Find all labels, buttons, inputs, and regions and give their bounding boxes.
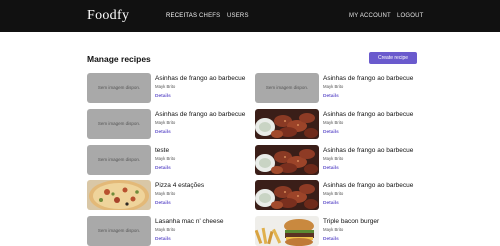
placeholder-text: Sem imagem dispon. [97,157,141,162]
recipe-author: Mayk Brito [155,227,176,232]
nav-recipes[interactable]: RECEITAS [166,13,197,19]
recipe-author: Mayk Brito [323,227,344,232]
brand-logo[interactable]: Foodfy [87,8,129,24]
recipe-card: Asinhas de frango ao barbecue Mayk Brito D… [255,145,415,175]
placeholder-text: Sem imagem dispon. [265,85,309,90]
recipe-card: Sem imagem dispon. Asinhas de frango ao b… [255,73,415,103]
recipe-author: Mayk Brito [155,156,176,161]
create-recipe-button[interactable]: Create recipe [369,52,417,64]
recipe-card: Sem imagem dispon. Asinhas de frango ao b… [87,73,247,103]
recipe-image-placeholder: Sem imagem dispon. [87,73,151,103]
recipe-image-placeholder: Sem imagem dispon. [87,145,151,175]
recipe-details-link[interactable]: Details [155,94,171,99]
recipe-details-link[interactable]: Details [323,166,339,171]
nav-my-account[interactable]: MY ACCOUNT [349,13,391,19]
recipe-title: Triple bacon burger [323,218,380,225]
recipe-image-placeholder: Sem imagem dispon. [87,109,151,139]
recipe-card: Sem imagem dispon. teste Mayk Brito Details [87,145,247,175]
top-navigation-bar: Foodfy RECEITAS CHEFS USERS MY ACCOUNT L… [0,0,500,32]
recipe-image [255,145,319,175]
recipe-image-placeholder: Sem imagem dispon. [87,216,151,246]
recipe-title: teste [155,147,170,154]
recipe-author: Mayk Brito [155,120,176,125]
recipe-image [87,180,151,210]
placeholder-text: Sem imagem dispon. [97,121,141,126]
recipe-author: Mayk Brito [323,84,344,89]
recipe-author: Mayk Brito [323,120,344,125]
recipe-title: Lasanha mac n' cheese [155,218,224,225]
recipe-author: Mayk Brito [323,156,344,161]
recipe-card: Sem imagem dispon. Asinhas de frango ao b… [87,109,247,139]
recipe-details-link[interactable]: Details [155,130,171,135]
nav-chefs[interactable]: CHEFS [199,13,220,19]
nav-logout[interactable]: LOGOUT [397,13,424,19]
recipe-card: Asinhas de frango ao barbecue Mayk Brito D… [255,109,415,139]
recipe-details-link[interactable]: Details [155,237,171,242]
recipe-author: Mayk Brito [155,84,176,89]
recipe-card: Pizza 4 estações Mayk Brito Details [87,180,247,210]
recipe-title: Asinhas de frango ao barbecue [155,111,246,118]
recipe-details-link[interactable]: Details [155,166,171,171]
recipe-card: Sem imagem dispon. Lasanha mac n' cheese M… [87,216,247,246]
recipe-details-link[interactable]: Details [323,237,339,242]
recipe-title: Asinhas de frango ao barbecue [323,147,414,154]
recipe-card: Asinhas de frango ao barbecue Mayk Brito D… [255,180,415,210]
recipe-title: Asinhas de frango ao barbecue [323,111,414,118]
placeholder-text: Sem imagem dispon. [97,228,141,233]
recipe-details-link[interactable]: Details [323,94,339,99]
recipe-image-placeholder: Sem imagem dispon. [255,73,319,103]
recipe-details-link[interactable]: Details [323,130,339,135]
nav-users[interactable]: USERS [227,13,249,19]
recipe-title: Asinhas de frango ao barbecue [323,182,414,189]
recipe-author: Mayk Brito [155,191,176,196]
recipe-image [255,216,319,246]
recipe-title: Pizza 4 estações [155,182,205,189]
recipe-card: Triple bacon burger Mayk Brito Details [255,216,415,246]
recipe-image [255,180,319,210]
recipe-title: Asinhas de frango ao barbecue [323,75,414,82]
placeholder-text: Sem imagem dispon. [97,85,141,90]
recipe-author: Mayk Brito [323,191,344,196]
recipe-image [255,109,319,139]
recipe-details-link[interactable]: Details [323,201,339,206]
page-title: Manage recipes [87,54,151,64]
recipe-title: Asinhas de frango ao barbecue [155,75,246,82]
recipe-details-link[interactable]: Details [155,201,171,206]
